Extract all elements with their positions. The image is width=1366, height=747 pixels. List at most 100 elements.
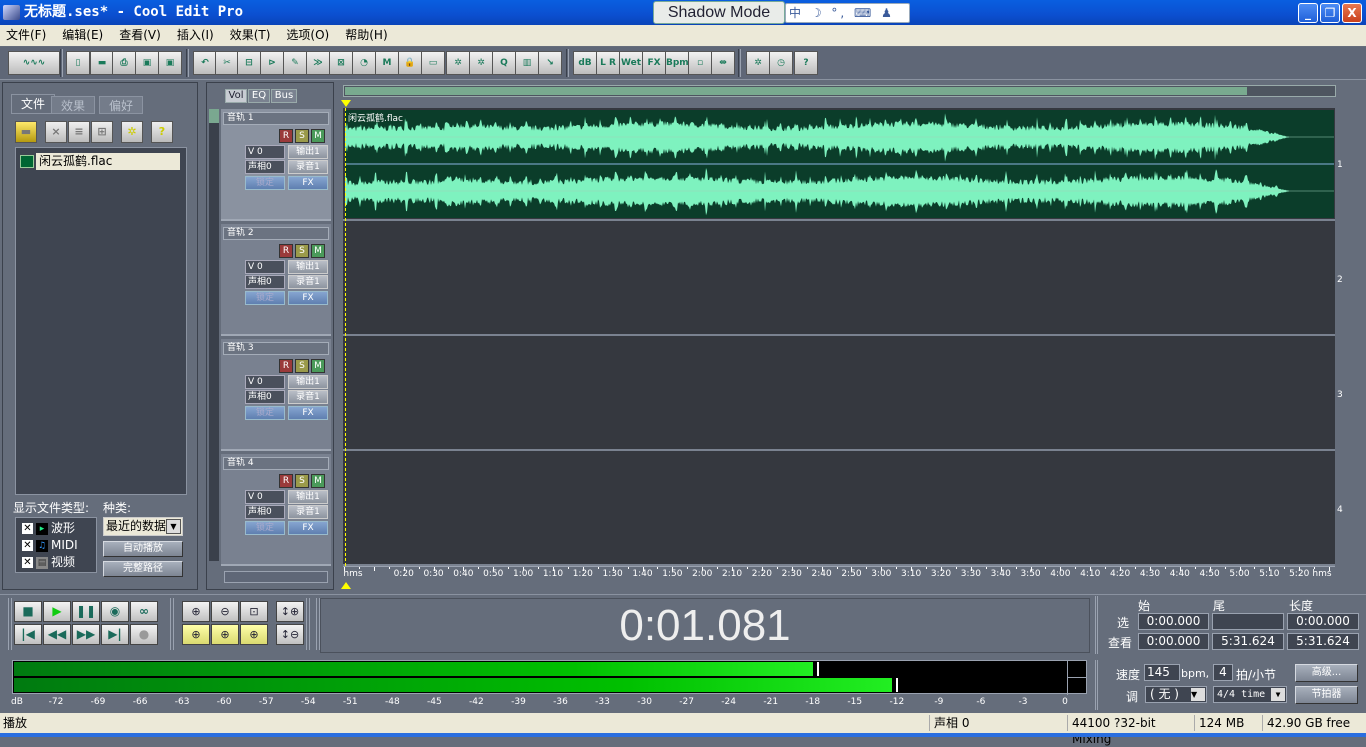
output-button[interactable]: 输出1 (288, 145, 328, 159)
record-device-button[interactable]: 录音1 (288, 160, 328, 174)
record-arm-button[interactable]: R (279, 129, 293, 143)
mute-button[interactable]: M (311, 244, 325, 258)
open-file-icon[interactable]: ▬ (90, 51, 114, 75)
loop-duplicate-icon[interactable]: ✲ (469, 51, 493, 75)
metronome-icon[interactable]: ▥ (515, 51, 539, 75)
pan-field[interactable]: 声相0 (245, 275, 285, 289)
rewind-button[interactable]: ◀◀ (43, 624, 71, 645)
insert-icon[interactable]: ≡ (68, 121, 90, 143)
lock-button[interactable]: 锁定 (245, 291, 285, 305)
punch-in-icon[interactable]: ✲ (446, 51, 470, 75)
close-button[interactable]: X (1342, 3, 1362, 23)
restore-button[interactable]: ❐ (1320, 3, 1340, 23)
zoom-in-button[interactable]: ⊕ (182, 601, 210, 622)
fx-icon[interactable]: FX (642, 51, 666, 75)
stop-button[interactable]: ■ (14, 601, 42, 622)
lock-button[interactable]: 锁定 (245, 176, 285, 190)
options-icon[interactable]: ✲ (121, 121, 143, 143)
zoom-selection-button[interactable]: ⊕ (240, 624, 268, 645)
solo-button[interactable]: S (295, 474, 309, 488)
zoom-full-button[interactable]: ⊡ (240, 601, 268, 622)
mute-button[interactable]: M (311, 129, 325, 143)
waveform-view-icon[interactable]: ∿∿∿ (8, 51, 60, 75)
record-arm-button[interactable]: R (279, 474, 293, 488)
zoom-in-vertical-button[interactable]: ↕⊕ (276, 601, 304, 622)
menu-insert[interactable]: 插入(I) (177, 25, 214, 46)
pause-button[interactable]: ❚❚ (72, 601, 100, 622)
loop-button[interactable]: ∞ (130, 601, 158, 622)
quantize-icon[interactable]: Q (492, 51, 516, 75)
solo-button[interactable]: S (295, 129, 309, 143)
fx-button[interactable]: FX (288, 521, 328, 535)
lock-button[interactable]: 锁定 (245, 406, 285, 420)
zoom-right-button[interactable]: ⊕ (211, 624, 239, 645)
tab-vol[interactable]: Vol (225, 89, 247, 103)
chevron-down-icon[interactable]: ▼ (1271, 688, 1285, 701)
volume-field[interactable]: V 0 (245, 260, 285, 274)
view-end[interactable]: 5:31.624 (1212, 633, 1284, 650)
track-name[interactable]: 音轨 3 (223, 342, 329, 355)
record-button[interactable]: ● (130, 624, 158, 645)
cross-icon[interactable]: ⊠ (329, 51, 353, 75)
pan-icon[interactable]: L R (596, 51, 620, 75)
selection-start[interactable]: 0:00.000 (1138, 613, 1209, 630)
open-file-icon[interactable]: ▬ (15, 121, 37, 143)
help-icon[interactable]: ? (151, 121, 173, 143)
selection-end[interactable] (1212, 613, 1284, 630)
fast-forward-button[interactable]: ▶▶ (72, 624, 100, 645)
overview-thumb[interactable] (345, 87, 1247, 95)
play-from-cursor-button[interactable]: ◉ (101, 601, 129, 622)
beats-input[interactable]: 4 (1213, 664, 1233, 681)
playhead-bottom-marker[interactable] (341, 582, 351, 589)
time-ruler[interactable]: hms hms 0:20 0:30 0:40 0:50 1:00 1:10 1:20 1:30 1:… (343, 566, 1335, 582)
fx-button[interactable]: FX (288, 291, 328, 305)
record-device-button[interactable]: 录音1 (288, 275, 328, 289)
filter-video[interactable]: ✕ ▤ 视频 (22, 555, 75, 570)
track-lane-2[interactable] (343, 223, 1335, 336)
bpm-icon[interactable]: Bpm (665, 51, 689, 75)
menu-options[interactable]: 选项(O) (286, 25, 329, 46)
menu-effects[interactable]: 效果(T) (230, 25, 271, 46)
solo-button[interactable]: S (295, 244, 309, 258)
envelope-icon[interactable]: ✎ (283, 51, 307, 75)
schedule-icon[interactable]: ◷ (769, 51, 793, 75)
track-panel-scrollbar[interactable] (224, 571, 328, 583)
track-link-icon[interactable]: ▫ (688, 51, 712, 75)
output-button[interactable]: 输出1 (288, 375, 328, 389)
zoom-left-button[interactable]: ⊕ (182, 624, 210, 645)
wet-icon[interactable]: Wet (619, 51, 643, 75)
pan-field[interactable]: 声相0 (245, 160, 285, 174)
checkbox-icon[interactable]: ✕ (22, 557, 33, 568)
crop-icon[interactable]: ⊟ (237, 51, 261, 75)
help-icon[interactable]: ? (794, 51, 818, 75)
mute-button[interactable]: M (311, 474, 325, 488)
zoom-out-vertical-button[interactable]: ↕⊖ (276, 624, 304, 645)
snap-icon[interactable]: ↘ (538, 51, 562, 75)
overview-scrollbar[interactable] (343, 85, 1336, 97)
menu-edit[interactable]: 编辑(E) (62, 25, 103, 46)
fx-button[interactable]: FX (288, 176, 328, 190)
record-arm-button[interactable]: R (279, 244, 293, 258)
menu-view[interactable]: 查看(V) (119, 25, 161, 46)
file-item[interactable]: 闲云孤鹤.flac (20, 153, 182, 170)
trim-icon[interactable]: ⊳ (260, 51, 284, 75)
sort-dropdown[interactable]: 最近的数据 ▼ (103, 517, 183, 536)
settings-icon[interactable]: ✲ (746, 51, 770, 75)
record-device-button[interactable]: 录音1 (288, 390, 328, 404)
go-to-start-button[interactable]: |◀ (14, 624, 42, 645)
print-icon[interactable]: ⎙ (112, 51, 136, 75)
volume-field[interactable]: V 0 (245, 145, 285, 159)
chevron-down-icon[interactable]: ▼ (166, 519, 181, 534)
track-scrollbar[interactable] (209, 109, 219, 561)
track-name[interactable]: 音轨 2 (223, 227, 329, 240)
new-file-icon[interactable]: ▯ (66, 51, 90, 75)
mix-paste-icon[interactable]: ≫ (306, 51, 330, 75)
view-start[interactable]: 0:00.000 (1138, 633, 1209, 650)
volume-field[interactable]: V 0 (245, 490, 285, 504)
view-length[interactable]: 5:31.624 (1287, 633, 1359, 650)
cut-icon[interactable]: ✂ (215, 51, 239, 75)
scrollbar-thumb[interactable] (209, 109, 219, 123)
save-icon[interactable]: ▣ (135, 51, 159, 75)
lock-icon[interactable]: 🔒 (398, 51, 422, 75)
key-dropdown[interactable]: ( 无 ) ▼ (1145, 686, 1207, 703)
